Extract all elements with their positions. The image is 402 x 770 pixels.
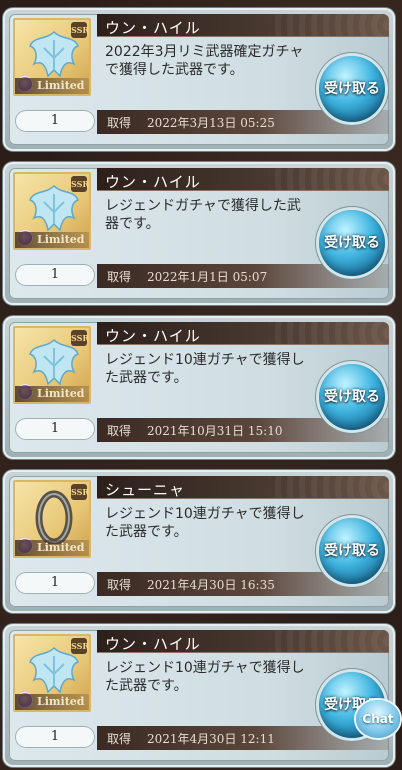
- ice-crown-weapon-icon: [29, 30, 79, 78]
- item-name: ウン・ハイル: [105, 635, 201, 653]
- date-label: 取得: [107, 424, 132, 438]
- acquired-date: 2021年4月30日 12:11: [147, 732, 275, 746]
- item-description: レジェンド10連ガチャで獲得した武器です。: [105, 352, 305, 386]
- receive-button[interactable]: 受け取る: [319, 210, 385, 276]
- ice-crown-weapon-icon: [29, 646, 79, 694]
- limited-tag: Limited: [15, 78, 89, 94]
- limited-tag: Limited: [15, 386, 89, 402]
- present-card: SSR Limited ウン・ハイル レジェンド10連ガチャで獲得した武器です。…: [3, 316, 395, 459]
- quantity-box: 1: [15, 572, 95, 594]
- item-name: ウン・ハイル: [105, 19, 201, 37]
- ice-crown-weapon-icon: [29, 184, 79, 232]
- acquired-date: 2021年4月30日 16:35: [147, 578, 275, 592]
- item-name: ウン・ハイル: [105, 173, 201, 191]
- item-description: 2022年3月リミ武器確定ガチャで獲得した武器です。: [105, 44, 304, 78]
- present-card: SSR Limited ウン・ハイル レジェンドガチャで獲得した武器です。 1 …: [3, 162, 395, 305]
- receive-button[interactable]: 受け取る: [319, 56, 385, 122]
- name-bar-ornament: [269, 322, 389, 344]
- date-label: 取得: [107, 732, 132, 746]
- present-card: SSR Limited ウン・ハイル レジェンド10連ガチャで獲得した武器です。…: [3, 624, 395, 767]
- quantity-box: 1: [15, 264, 95, 286]
- present-card-body: SSR Limited ウン・ハイル レジェンド10連ガチャで獲得した武器です。…: [9, 630, 389, 761]
- item-description: レジェンドガチャで獲得した武器です。: [105, 198, 301, 232]
- name-bar-ornament: [269, 168, 389, 190]
- limited-tag: Limited: [15, 232, 89, 248]
- quantity-box: 1: [15, 110, 95, 132]
- date-label: 取得: [107, 270, 132, 284]
- present-card-body: SSR Limited シューニャ レジェンド10連ガチャで獲得した武器です。 …: [9, 476, 389, 607]
- receive-button[interactable]: 受け取る: [319, 518, 385, 584]
- quantity-box: 1: [15, 418, 95, 440]
- limited-tag: Limited: [15, 540, 89, 556]
- name-bar-ornament: [269, 14, 389, 36]
- receive-button[interactable]: 受け取る: [319, 364, 385, 430]
- ice-crown-weapon-icon: [29, 338, 79, 386]
- name-bar-ornament: [269, 476, 389, 498]
- chat-button[interactable]: Chat: [356, 700, 400, 738]
- present-card: SSR Limited ウン・ハイル 2022年3月リミ武器確定ガチャで獲得した…: [3, 8, 395, 151]
- name-bar-ornament: [269, 630, 389, 652]
- acquired-date: 2021年10月31日 15:10: [147, 424, 283, 438]
- quantity-box: 1: [15, 726, 95, 748]
- weapon-thumbnail: SSR Limited: [13, 18, 91, 96]
- weapon-thumbnail: SSR Limited: [13, 480, 91, 558]
- present-card: SSR Limited シューニャ レジェンド10連ガチャで獲得した武器です。 …: [3, 470, 395, 613]
- item-name: シューニャ: [105, 481, 186, 499]
- weapon-thumbnail: SSR Limited: [13, 326, 91, 404]
- present-card-body: SSR Limited ウン・ハイル レジェンド10連ガチャで獲得した武器です。…: [9, 322, 389, 453]
- acquired-date: 2022年3月13日 05:25: [147, 116, 275, 130]
- date-label: 取得: [107, 578, 132, 592]
- present-card-body: SSR Limited ウン・ハイル 2022年3月リミ武器確定ガチャで獲得した…: [9, 14, 389, 145]
- weapon-thumbnail: SSR Limited: [13, 172, 91, 250]
- acquired-date: 2022年1月1日 05:07: [147, 270, 268, 284]
- zero-ring-weapon-icon: [35, 490, 73, 544]
- date-label: 取得: [107, 116, 132, 130]
- weapon-thumbnail: SSR Limited: [13, 634, 91, 712]
- item-description: レジェンド10連ガチャで獲得した武器です。: [105, 506, 305, 540]
- item-name: ウン・ハイル: [105, 327, 201, 345]
- item-description: レジェンド10連ガチャで獲得した武器です。: [105, 660, 305, 694]
- present-card-body: SSR Limited ウン・ハイル レジェンドガチャで獲得した武器です。 1 …: [9, 168, 389, 299]
- limited-tag: Limited: [15, 694, 89, 710]
